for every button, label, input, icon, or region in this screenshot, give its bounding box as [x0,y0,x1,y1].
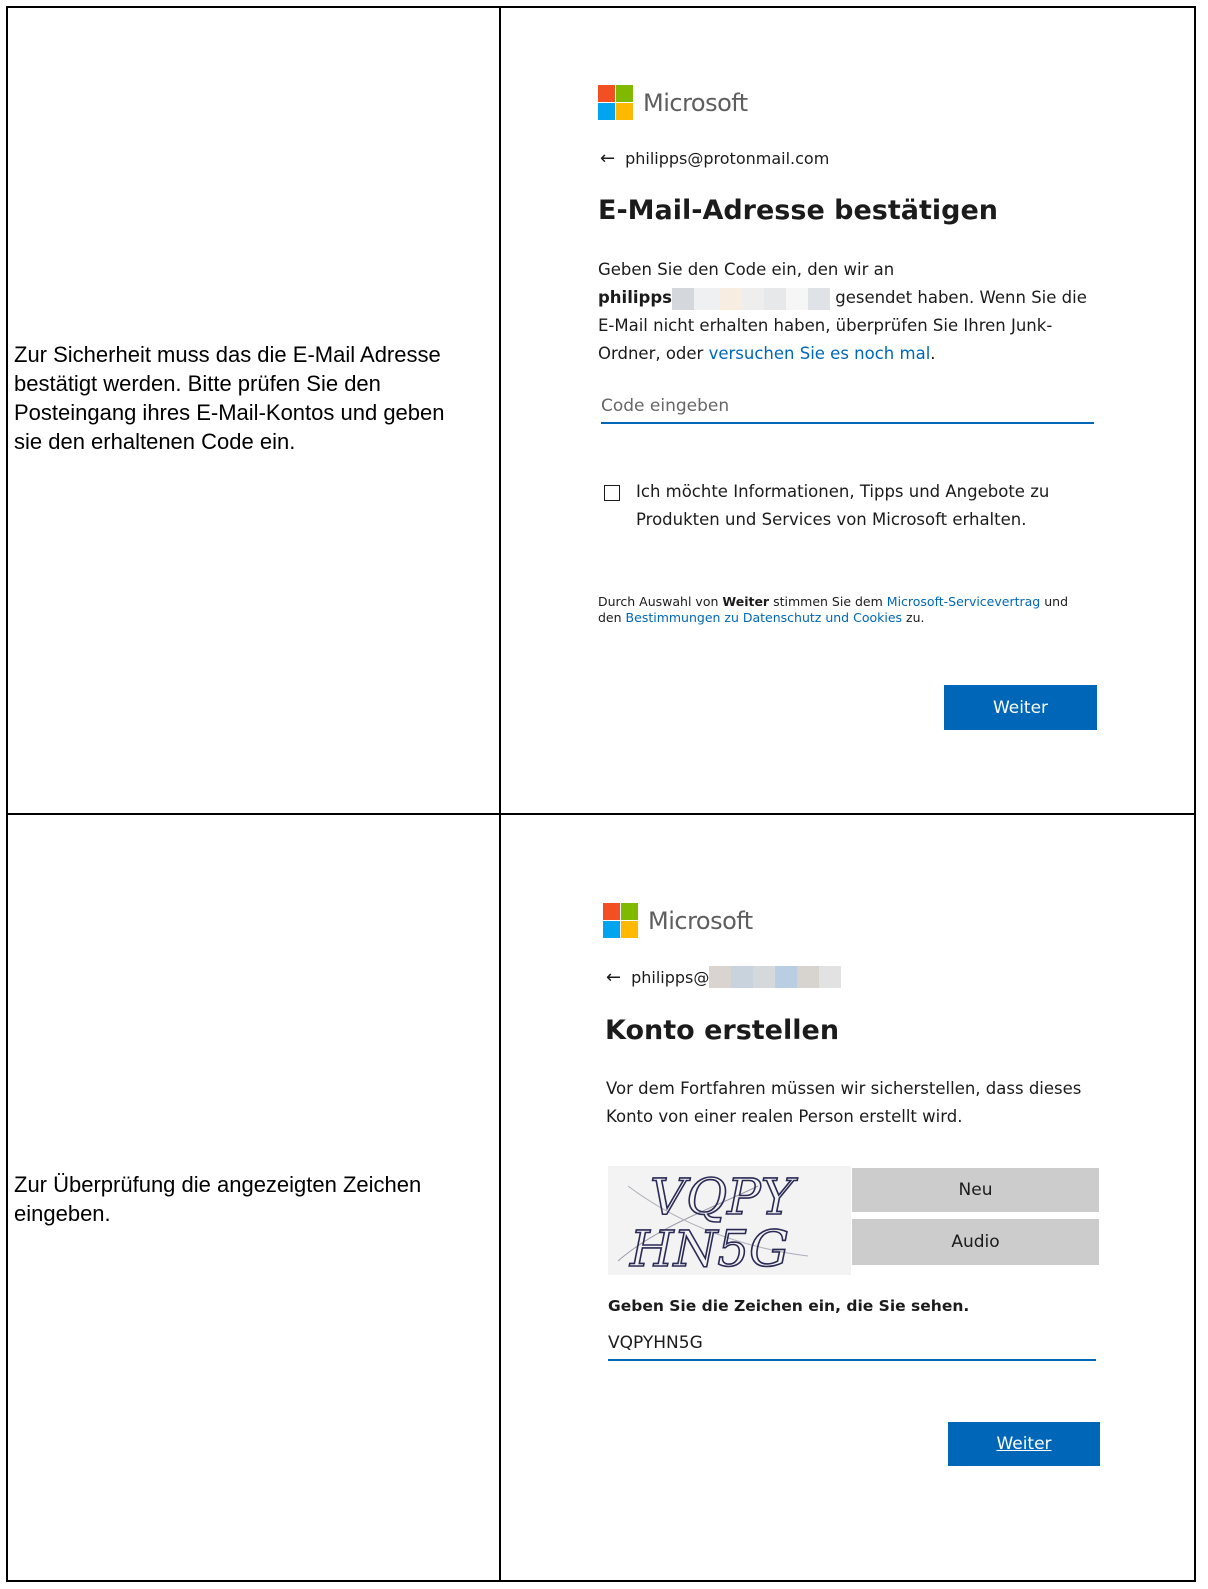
captcha-input[interactable] [608,1327,1096,1361]
logo-text: Microsoft [643,88,748,117]
next-button[interactable]: Weiter [944,685,1097,730]
identity-banner[interactable]: ← philipps@protonmail.com [600,148,829,169]
page-title-2: Konto erstellen [605,1015,840,1046]
instruction-text-1: Zur Sicherheit muss das die E-Mail Adres… [14,342,445,454]
microsoft-logo-2: Microsoft [603,903,753,938]
microsoft-logo-icon [598,85,633,120]
instruction-text-2: Zur Überprüfung die angezeigten Zeichen … [14,1172,422,1226]
audio-captcha-button[interactable]: Audio [852,1219,1099,1265]
captcha-line-1: VQPY [650,1168,798,1226]
code-input[interactable] [601,390,1094,424]
logo-text-2: Microsoft [648,906,753,935]
retry-link[interactable]: versuchen Sie es noch mal [709,344,931,363]
new-captcha-button[interactable]: Neu [852,1168,1099,1212]
page-title: E-Mail-Adresse bestätigen [598,195,999,226]
captcha-image: VQPY HN5G [608,1166,851,1279]
captcha-description: Vor dem Fortfahren müssen wir sicherstel… [606,1079,1082,1126]
redacted-email-start: philipps [598,288,672,307]
microsoft-logo-icon [603,903,638,938]
captcha-svg: VQPY HN5G [608,1166,851,1279]
marketing-checkbox-row[interactable]: Ich möchte Informationen, Tipps und Ange… [604,478,1096,534]
service-agreement-link[interactable]: Microsoft-Servicevertrag [887,594,1040,609]
code-description: Geben Sie den Code ein, den wir an phili… [598,256,1098,368]
captcha-line-2: HN5G [629,1220,789,1275]
next-button-2[interactable]: Weiter [948,1422,1100,1466]
row-divider [8,813,1194,815]
identity-email-2: philipps@ [631,967,710,987]
column-divider [499,8,501,1580]
identity-email: philipps@protonmail.com [625,149,830,168]
captcha-label: Geben Sie die Zeichen ein, die Sie sehen… [608,1297,970,1315]
identity-banner-2[interactable]: ← philipps@ [606,966,842,988]
marketing-checkbox-label: Ich möchte Informationen, Tipps und Ange… [636,482,1050,529]
para-end: . [930,344,936,363]
back-arrow-icon[interactable]: ← [606,967,621,988]
terms-text: Durch Auswahl von Weiter stimmen Sie dem… [598,594,1069,625]
back-arrow-icon[interactable]: ← [600,148,615,169]
privacy-cookies-link[interactable]: Bestimmungen zu Datenschutz und Cookies [626,610,902,625]
marketing-checkbox[interactable] [604,485,620,501]
para-prefix: Geben Sie den Code ein, den wir an [598,260,895,279]
microsoft-logo: Microsoft [598,85,748,120]
